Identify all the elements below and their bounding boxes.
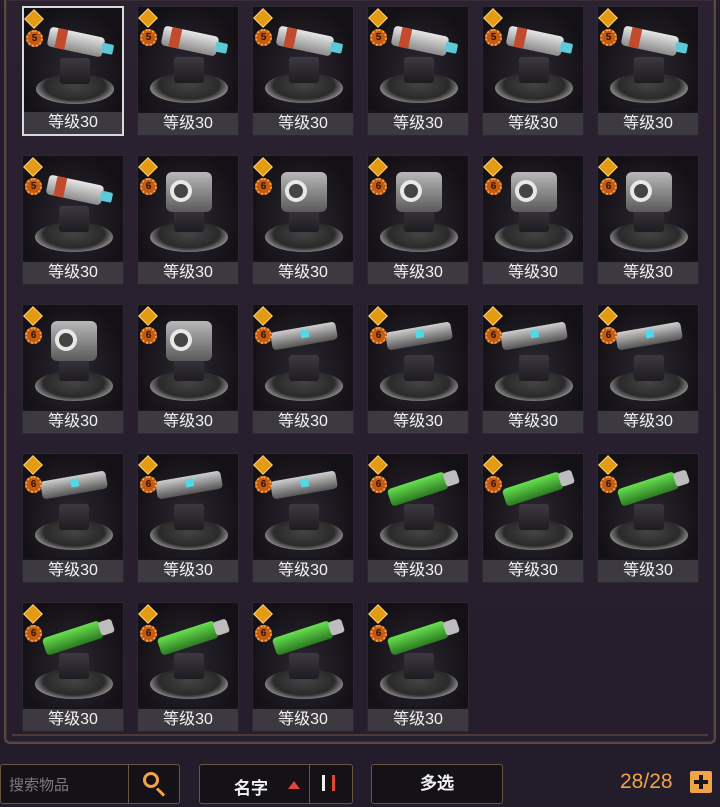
inventory-slot[interactable]: 6 等级30 <box>137 453 239 583</box>
tier-badge: 6 <box>25 476 42 493</box>
inventory-slot[interactable]: 6 等级30 <box>597 453 699 583</box>
tier-badge: 6 <box>600 327 617 344</box>
inventory-slot[interactable]: 6 等级30 <box>367 304 469 434</box>
inventory-slot[interactable]: 6 等级30 <box>482 304 584 434</box>
inventory-slot[interactable]: 5 等级30 <box>252 6 354 136</box>
triangle-up-icon <box>288 781 300 789</box>
multi-select-button[interactable]: 多选 <box>371 764 503 804</box>
inventory-slot[interactable]: 6 等级30 <box>367 453 469 583</box>
tier-badge: 6 <box>25 625 42 642</box>
level-label: 等级30 <box>253 709 353 731</box>
tier-badge: 6 <box>25 327 42 344</box>
tier-badge: 6 <box>255 327 272 344</box>
inventory-slot[interactable]: 5 等级30 <box>22 155 124 285</box>
level-label: 等级30 <box>138 262 238 284</box>
level-label: 等级30 <box>368 709 468 731</box>
inventory-slot[interactable]: 6 等级30 <box>597 304 699 434</box>
tier-badge: 5 <box>485 29 502 46</box>
level-label: 等级30 <box>23 411 123 433</box>
level-label: 等级30 <box>368 113 468 135</box>
level-label: 等级30 <box>598 411 698 433</box>
tier-badge: 6 <box>370 178 387 195</box>
sort-label: 名字 <box>234 779 268 798</box>
tier-badge: 6 <box>255 178 272 195</box>
tier-badge: 5 <box>26 30 43 47</box>
inventory-slot[interactable]: 6 等级30 <box>252 602 354 732</box>
inventory-slot[interactable]: 6 等级30 <box>482 453 584 583</box>
level-label: 等级30 <box>138 709 238 731</box>
level-label: 等级30 <box>138 560 238 582</box>
item-count: 28/28 <box>620 770 673 793</box>
tier-badge: 6 <box>255 476 272 493</box>
search-input[interactable] <box>7 765 129 805</box>
level-label: 等级30 <box>253 113 353 135</box>
inventory-slot[interactable]: 6 等级30 <box>367 155 469 285</box>
level-label: 等级30 <box>598 560 698 582</box>
inventory-slot[interactable]: 6 等级30 <box>252 453 354 583</box>
level-label: 等级30 <box>483 411 583 433</box>
level-label: 等级30 <box>368 262 468 284</box>
tier-badge: 6 <box>370 327 387 344</box>
inventory-slot[interactable]: 6 等级30 <box>137 155 239 285</box>
inventory-slot[interactable]: 6 等级30 <box>22 304 124 434</box>
inventory-slot[interactable]: 6 等级30 <box>22 453 124 583</box>
tier-badge: 6 <box>600 476 617 493</box>
tier-badge: 6 <box>600 178 617 195</box>
level-label: 等级30 <box>253 262 353 284</box>
inventory-slot[interactable]: 5 等级30 <box>597 6 699 136</box>
inventory-panel: 5 等级30 5 等级30 5 等级30 5 等级30 5 等级30 5 等级30 5 等级30 6 等级30… <box>4 0 716 744</box>
level-label: 等级30 <box>598 113 698 135</box>
tier-badge: 5 <box>25 178 42 195</box>
level-label: 等级30 <box>23 709 123 731</box>
tier-badge: 6 <box>485 178 502 195</box>
level-label: 等级30 <box>23 560 123 582</box>
inventory-slot[interactable]: 5 等级30 <box>22 6 124 136</box>
inventory-slot[interactable]: 6 等级30 <box>482 155 584 285</box>
inventory-slot[interactable]: 5 等级30 <box>482 6 584 136</box>
inventory-slot[interactable]: 6 等级30 <box>597 155 699 285</box>
sort-dropdown[interactable]: 名字 <box>199 764 353 804</box>
inventory-slot[interactable]: 5 等级30 <box>137 6 239 136</box>
tier-badge: 5 <box>600 29 617 46</box>
level-label: 等级30 <box>24 112 122 134</box>
level-label: 等级30 <box>598 262 698 284</box>
tier-badge: 5 <box>370 29 387 46</box>
tier-badge: 5 <box>140 29 157 46</box>
search-box <box>0 764 180 805</box>
level-label: 等级30 <box>483 560 583 582</box>
plus-icon[interactable] <box>690 771 712 793</box>
inventory-slot[interactable]: 6 等级30 <box>137 304 239 434</box>
level-label: 等级30 <box>138 113 238 135</box>
level-label: 等级30 <box>253 560 353 582</box>
tier-badge: 6 <box>370 476 387 493</box>
level-label: 等级30 <box>138 411 238 433</box>
inventory-slot[interactable]: 6 等级30 <box>22 602 124 732</box>
level-label: 等级30 <box>483 113 583 135</box>
inventory-slot[interactable]: 5 等级30 <box>367 6 469 136</box>
inventory-slot[interactable]: 6 等级30 <box>367 602 469 732</box>
tier-badge: 6 <box>485 327 502 344</box>
tier-badge: 6 <box>140 327 157 344</box>
tier-badge: 6 <box>140 625 157 642</box>
tier-badge: 5 <box>255 29 272 46</box>
inventory-slot[interactable]: 6 等级30 <box>252 304 354 434</box>
tier-badge: 6 <box>140 476 157 493</box>
tier-badge: 6 <box>485 476 502 493</box>
level-label: 等级30 <box>253 411 353 433</box>
inventory-slot[interactable]: 6 等级30 <box>252 155 354 285</box>
tier-badge: 6 <box>255 625 272 642</box>
level-label: 等级30 <box>483 262 583 284</box>
search-button[interactable] <box>128 765 179 803</box>
level-label: 等级30 <box>368 411 468 433</box>
sort-order-button[interactable] <box>309 765 352 803</box>
level-label: 等级30 <box>368 560 468 582</box>
tier-badge: 6 <box>370 625 387 642</box>
inventory-slot[interactable]: 6 等级30 <box>137 602 239 732</box>
tier-badge: 6 <box>140 178 157 195</box>
level-label: 等级30 <box>23 262 123 284</box>
